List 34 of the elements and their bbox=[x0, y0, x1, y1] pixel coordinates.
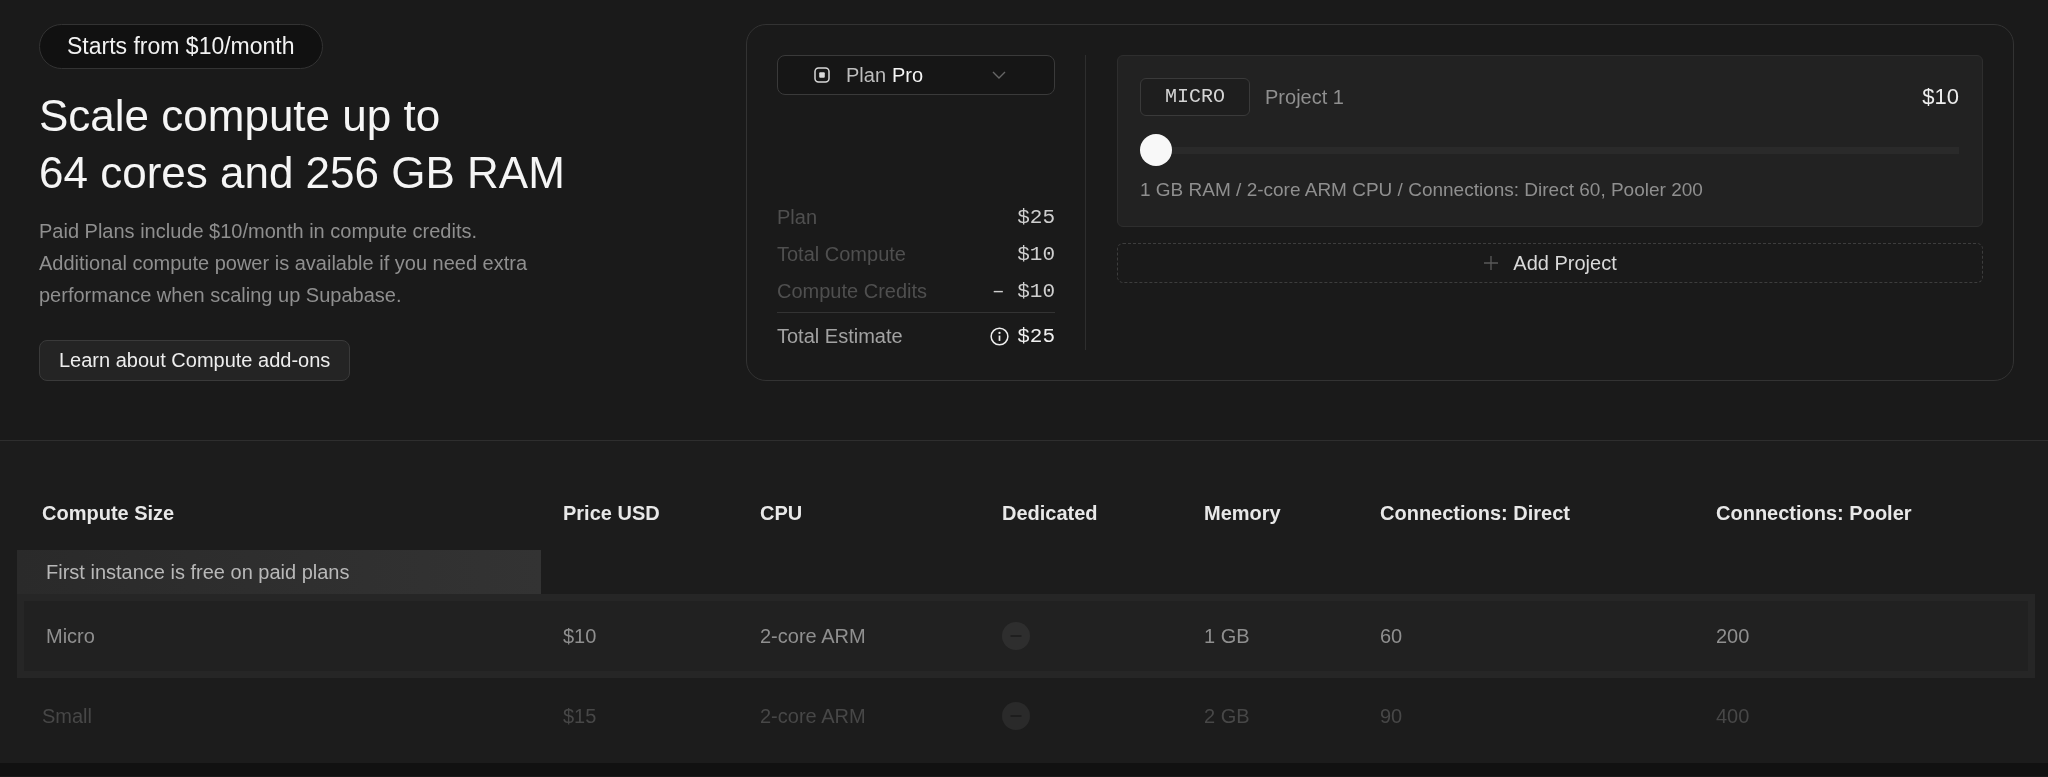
total-value: $25 bbox=[1017, 324, 1055, 348]
add-project-button[interactable]: Add Project bbox=[1117, 243, 1983, 283]
total-label: Total Estimate bbox=[777, 324, 903, 348]
table-cell-text: Micro bbox=[46, 624, 96, 648]
page-heading: Scale compute up to 64 cores and 256 GB RAM bbox=[39, 90, 566, 199]
column-header: Price USD bbox=[563, 501, 661, 525]
plus-icon bbox=[1483, 255, 1500, 271]
table-cell-text: $10 bbox=[563, 624, 598, 648]
description-text: Paid Plans include $10/month in compute credits. Additional compute power is available if you need extra performance when scaling up Supabase. bbox=[39, 219, 529, 308]
column-header: Connections: Direct bbox=[1380, 501, 1572, 525]
project-name: Project 1 bbox=[1265, 85, 1344, 109]
table-cell-text: 60 bbox=[1380, 624, 1404, 648]
free-instance-note: First instance is free on paid plans bbox=[17, 550, 541, 594]
column-header: Dedicated bbox=[1002, 501, 1099, 525]
square-icon bbox=[814, 67, 830, 83]
project-price: $10 bbox=[1922, 84, 1959, 110]
info-icon[interactable] bbox=[990, 326, 1010, 346]
compute-size-badge: MICRO bbox=[1140, 78, 1250, 116]
chevron-down-icon bbox=[992, 71, 1006, 79]
column-header: CPU bbox=[760, 501, 804, 525]
table-cell-text: 1 GB bbox=[1204, 624, 1251, 648]
column-header: Compute Size bbox=[42, 501, 176, 525]
column-header: Memory bbox=[1204, 501, 1282, 525]
summary-value: $25 bbox=[1017, 206, 1055, 229]
summary-value: – $10 bbox=[992, 280, 1055, 303]
table-cell-text: 2-core ARM bbox=[760, 624, 867, 648]
plan-select[interactable]: Plan Pro bbox=[777, 55, 1055, 95]
table-cell-text: 200 bbox=[1716, 624, 1751, 648]
column-header: Connections: Pooler bbox=[1716, 501, 1913, 525]
summary-value: $10 bbox=[1017, 243, 1055, 266]
project-specs: 1 GB RAM / 2-core ARM CPU / Connections: Direct 60, Pooler 200 bbox=[1140, 178, 1704, 202]
price-badge: Starts from $10/month bbox=[39, 24, 323, 69]
learn-more-button[interactable]: Learn about Compute add-ons bbox=[39, 340, 351, 381]
slider-thumb[interactable] bbox=[1140, 134, 1172, 166]
